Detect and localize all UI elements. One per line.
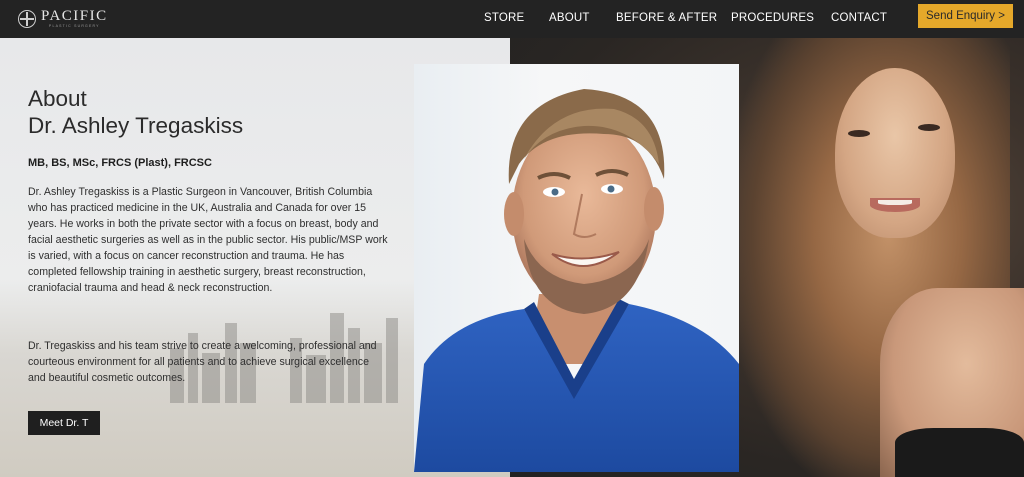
page-title: About Dr. Ashley Tregaskiss [28,85,243,139]
meet-dr-t-button[interactable]: Meet Dr. T [28,411,100,435]
about-paragraph-2: Dr. Tregaskiss and his team strive to cr… [28,340,377,384]
nav-store[interactable]: STORE [484,12,524,24]
model-eye-left [848,130,870,137]
doctor-credentials: MB, BS, MSc, FRCS (Plast), FRCSC [28,157,212,169]
logo-tagline: PLASTIC SURGERY [48,24,100,29]
site-logo[interactable]: PACIFIC PLASTIC SURGERY [18,8,108,30]
send-enquiry-button[interactable]: Send Enquiry > [918,4,1013,28]
model-smile [870,198,920,212]
doctor-portrait [414,64,739,472]
nav-before-after[interactable]: BEFORE & AFTER [616,12,717,24]
model-garment [895,428,1024,477]
top-nav-bar: PACIFIC PLASTIC SURGERY STORE ABOUT BEFO… [0,0,1024,38]
model-eye-right [918,124,940,131]
about-paragraph-1: Dr. Ashley Tregaskiss is a Plastic Surge… [28,186,388,294]
logo-icon [18,10,36,28]
model-face [835,68,955,238]
logo-wordmark: PACIFIC [41,8,108,25]
nav-contact[interactable]: CONTACT [831,12,887,24]
nav-procedures[interactable]: PROCEDURES [731,12,814,24]
doctor-photo [414,89,739,472]
title-line-doctor-name: Dr. Ashley Tregaskiss [28,113,244,138]
title-line-about: About [28,86,87,111]
nav-about[interactable]: ABOUT [549,12,590,24]
